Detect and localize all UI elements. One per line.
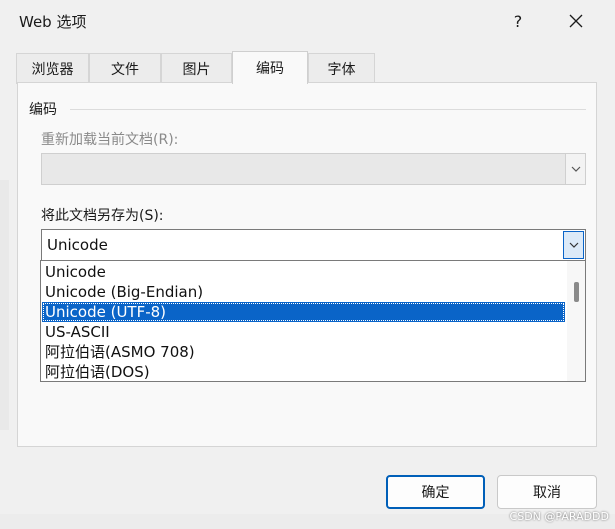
ok-button[interactable]: 确定 bbox=[386, 475, 485, 509]
watermark: CSDN @PARADDD bbox=[509, 510, 609, 523]
web-options-dialog: Web 选项 ? 浏览器 文件 图片 编码 字体 编码 重新加载当前文档(R): bbox=[0, 0, 615, 529]
chevron-down-icon bbox=[571, 166, 580, 172]
encoding-option[interactable]: 阿拉伯语(DOS) bbox=[42, 362, 565, 381]
tab-label: 图片 bbox=[182, 62, 211, 78]
encoding-group-title: 编码 bbox=[29, 102, 57, 118]
ok-button-label: 确定 bbox=[421, 485, 450, 501]
chevron-down-icon bbox=[569, 242, 578, 248]
help-icon: ? bbox=[513, 11, 523, 31]
tab-browser[interactable]: 浏览器 bbox=[16, 53, 89, 84]
tab-label: 编码 bbox=[256, 61, 284, 77]
save-as-encoding-value: Unicode bbox=[47, 236, 108, 254]
tab-encoding[interactable]: 编码 bbox=[232, 51, 308, 84]
tab-label: 文件 bbox=[111, 62, 139, 78]
dialog-title: Web 选项 bbox=[19, 13, 87, 31]
encoding-option-selected[interactable]: Unicode (UTF-8) bbox=[42, 302, 565, 322]
encoding-option[interactable]: Unicode bbox=[42, 262, 565, 282]
close-icon bbox=[569, 14, 583, 28]
dropdown-scrollbar[interactable] bbox=[567, 261, 585, 381]
reload-label: 重新加载当前文档(R): bbox=[41, 132, 179, 148]
save-as-dropdown-arrow[interactable] bbox=[563, 231, 584, 259]
save-as-encoding-combo[interactable]: Unicode bbox=[41, 229, 586, 261]
tab-fonts[interactable]: 字体 bbox=[308, 53, 375, 84]
tab-label: 字体 bbox=[327, 62, 356, 78]
encoding-option[interactable]: US-ASCII bbox=[42, 322, 565, 342]
cancel-button[interactable]: 取消 bbox=[497, 475, 597, 509]
group-divider bbox=[70, 109, 586, 110]
tab-files[interactable]: 文件 bbox=[89, 53, 161, 84]
help-button[interactable]: ? bbox=[496, 6, 540, 36]
background-window-edge bbox=[0, 180, 9, 430]
reload-encoding-combo bbox=[41, 153, 586, 185]
tab-label: 浏览器 bbox=[31, 62, 74, 78]
title-bar: Web 选项 ? bbox=[0, 0, 615, 40]
cancel-button-label: 取消 bbox=[533, 485, 561, 501]
encoding-option[interactable]: Unicode (Big-Endian) bbox=[42, 282, 565, 302]
encoding-option[interactable]: 阿拉伯语(ASMO 708) bbox=[42, 342, 565, 362]
tab-pictures[interactable]: 图片 bbox=[161, 53, 232, 84]
close-button[interactable] bbox=[554, 6, 598, 36]
encoding-dropdown-list[interactable]: Unicode Unicode (Big-Endian) Unicode (UT… bbox=[40, 260, 586, 382]
save-as-label: 将此文档另存为(S): bbox=[41, 208, 164, 224]
tab-strip: 浏览器 文件 图片 编码 字体 bbox=[16, 51, 375, 84]
scrollbar-thumb[interactable] bbox=[574, 282, 579, 302]
reload-dropdown-arrow bbox=[565, 154, 585, 184]
